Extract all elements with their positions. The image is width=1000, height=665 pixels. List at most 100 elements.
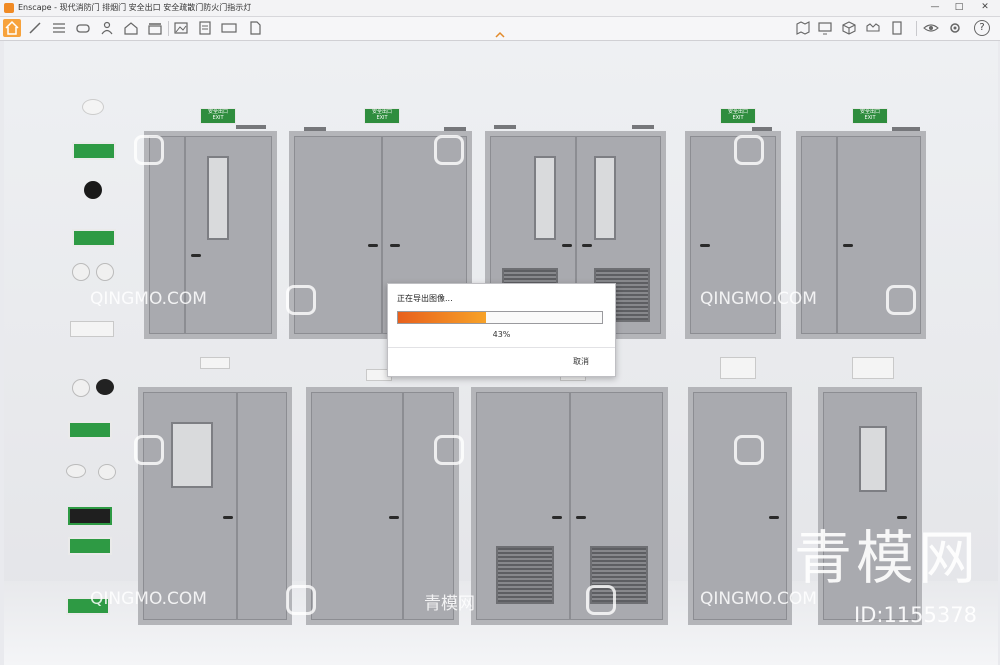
building-icon[interactable] (888, 19, 906, 37)
alarm-bell-device (96, 379, 114, 395)
watermark-logo-icon (286, 585, 316, 615)
dialog-divider (388, 347, 615, 348)
door-handle (390, 244, 400, 247)
dialog-title: 正在导出图像... (397, 294, 453, 303)
watermark-logo-icon (134, 435, 164, 465)
watermark-logo-icon (434, 435, 464, 465)
door-handle (368, 244, 378, 247)
people-icon[interactable] (98, 19, 116, 37)
exit-sign-4-sub: EXIT (732, 115, 744, 121)
exit-sign-down-device (72, 229, 116, 247)
title-bar: Enscape - 现代消防门 排烟门 安全出口 安全疏散门防火门指示灯 — □… (0, 0, 1000, 17)
exit-sign-1-sub: EXIT (212, 115, 224, 121)
bim-icon[interactable] (50, 19, 68, 37)
door-handle (191, 254, 201, 257)
door-window (594, 156, 616, 240)
home-icon[interactable] (3, 19, 21, 37)
emergency-light-device (200, 357, 230, 369)
exit-sign-5: 安全出口 EXIT (852, 108, 888, 124)
door-leaf (693, 392, 787, 620)
watermark-logo-icon (434, 135, 464, 165)
door-handle (843, 244, 853, 247)
eye-icon[interactable] (922, 19, 940, 37)
door-handle (769, 516, 779, 519)
detector-a-device (72, 263, 90, 281)
door-window (859, 426, 887, 492)
toolbar-divider (168, 21, 169, 36)
door-handle (223, 516, 233, 519)
watermark-logo-icon (586, 585, 616, 615)
door-leaf (237, 392, 287, 620)
watermark-big-text: 青模网 (794, 524, 981, 592)
door-handle (582, 244, 592, 247)
door-handle (576, 516, 586, 519)
watermark-logo-icon (734, 435, 764, 465)
watermark-text-cn: 青模网 (424, 594, 475, 614)
exit-sign-left-device (68, 537, 112, 555)
detector-b-device (96, 263, 114, 281)
window-title: Enscape - 现代消防门 排烟门 安全出口 安全疏散门防火门指示灯 (18, 3, 252, 12)
panorama-icon[interactable] (220, 19, 238, 37)
door-handle (562, 244, 572, 247)
door-leaf (403, 392, 454, 620)
export-progress-dialog: 正在导出图像... 43% 取消 (387, 283, 616, 377)
door-leaf (311, 392, 403, 620)
watermark-logo-icon (286, 285, 316, 315)
enscape-logo-icon (4, 3, 14, 13)
exit-sign-dark-device (68, 507, 112, 525)
close-button[interactable]: ✕ (978, 1, 992, 14)
progress-percent: 43% (492, 330, 511, 339)
door-closer (494, 125, 516, 129)
exit-sign-4: 安全出口 EXIT (720, 108, 756, 124)
exit-sign-up-device (68, 421, 112, 439)
collapse-chevron-icon[interactable] (495, 31, 505, 38)
door-window (171, 422, 213, 488)
exit-sign-5-sub: EXIT (864, 115, 876, 121)
speaker-device (84, 181, 102, 199)
watermark-text: QINGMO.COM (90, 289, 207, 309)
cube-icon[interactable] (840, 19, 858, 37)
batch-export-icon[interactable] (196, 19, 214, 37)
gamepad-icon[interactable] (74, 19, 92, 37)
door-bottom-3 (471, 387, 668, 625)
door-handle (552, 516, 562, 519)
clapper-icon[interactable] (146, 19, 164, 37)
progress-fill (398, 312, 486, 323)
watermark-logo-icon (734, 135, 764, 165)
door-window (534, 156, 556, 240)
door-window (207, 156, 229, 240)
vr-icon[interactable] (864, 19, 882, 37)
watermark-logo-icon (886, 285, 916, 315)
maximize-button[interactable]: □ (952, 1, 966, 14)
help-icon[interactable]: ? (974, 20, 990, 36)
exit-sign-right-device (72, 142, 116, 160)
door-handle (700, 244, 710, 247)
house-icon[interactable] (122, 19, 140, 37)
detector-c-device (72, 379, 90, 397)
door-closer (236, 125, 266, 129)
cancel-button[interactable]: 取消 (573, 356, 589, 367)
door-closer (632, 125, 654, 129)
settings-icon[interactable] (946, 19, 964, 37)
watermark-text: QINGMO.COM (90, 589, 207, 609)
minimize-button[interactable]: — (928, 1, 942, 14)
brush-icon[interactable] (26, 19, 44, 37)
export-file-icon[interactable] (246, 19, 264, 37)
emergency-light-device (70, 321, 114, 337)
map-icon[interactable] (794, 19, 812, 37)
watermark-logo-icon (134, 135, 164, 165)
image-export-icon[interactable] (172, 19, 190, 37)
watermark-text: QINGMO.COM (700, 289, 817, 309)
door-louver (496, 546, 554, 604)
exit-sign-1: 安全出口 EXIT (200, 108, 236, 124)
detector-e-device (98, 464, 116, 480)
watermark-id: ID:1155378 (854, 603, 977, 627)
monitor-icon[interactable] (816, 19, 834, 37)
exit-sign-2-sub: EXIT (376, 115, 388, 121)
toolbar-divider-right (916, 21, 917, 36)
smoke-detector-device (82, 99, 104, 115)
door-handle (389, 516, 399, 519)
detector-d-device (66, 464, 86, 478)
emergency-light-device (852, 357, 894, 379)
progress-bar (397, 311, 603, 324)
